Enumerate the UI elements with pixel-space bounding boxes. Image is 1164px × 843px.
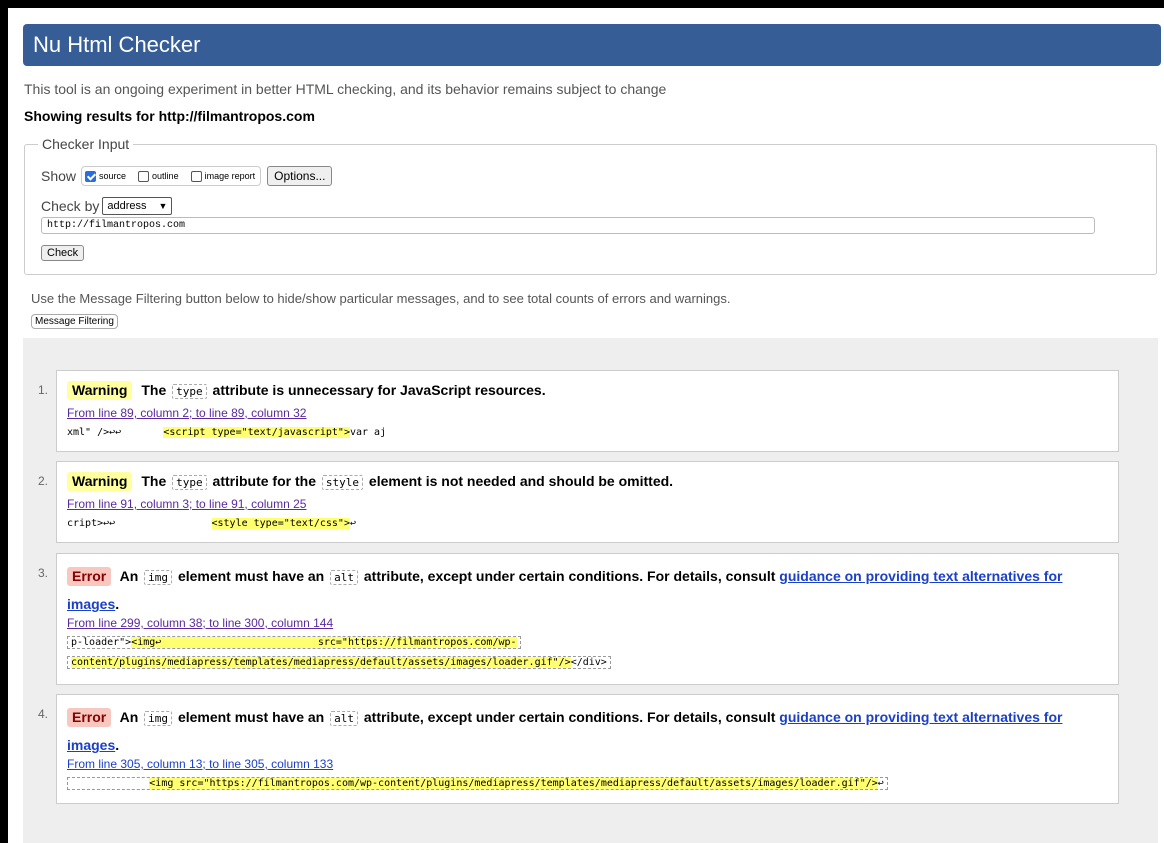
code-snippet: type [172, 475, 207, 490]
message-filtering-button[interactable]: Message Filtering [31, 314, 118, 329]
code-extract: p-loader"><img↩ src="https://filmantropo… [67, 633, 611, 673]
checker-input-legend: Checker Input [38, 136, 134, 152]
message-number: 2. [37, 474, 48, 488]
options-button[interactable]: Options... [267, 166, 333, 186]
message-item: 3. Error An img element must have an alt… [38, 553, 1119, 685]
error-badge: Error [67, 708, 112, 727]
show-row: Show source outline image report Options… [41, 166, 333, 186]
guidance-link[interactable]: images [67, 737, 115, 753]
show-options: source outline image report [81, 166, 262, 186]
code-extract: xml" />↩↩ <script type="text/javascript"… [67, 427, 387, 438]
source-label: source [99, 171, 127, 181]
code-snippet: alt [330, 711, 358, 726]
check-by-label: Check by [41, 198, 100, 214]
show-outline-option[interactable]: outline [138, 170, 179, 182]
address-input[interactable]: http://filmantropos.com [41, 217, 1095, 234]
message-text: Error An img element must have an alt at… [67, 708, 1063, 753]
check-by-row: Check by address ▼ [41, 197, 173, 215]
image-report-checkbox[interactable] [190, 170, 202, 182]
page: Nu Html Checker This tool is an ongoing … [8, 8, 1164, 843]
code-extract: cript>↩↩ <style type="text/css">↩ [67, 518, 357, 529]
check-button[interactable]: Check [41, 245, 85, 261]
code-snippet: alt [330, 570, 358, 585]
intro-text: This tool is an ongoing experiment in be… [24, 81, 667, 97]
message-text: Error An img element must have an alt at… [67, 567, 1063, 612]
location-link[interactable]: From line 305, column 13; to line 305, c… [67, 757, 333, 771]
chevron-down-icon: ▼ [158, 200, 168, 211]
location-link[interactable]: From line 91, column 3; to line 91, colu… [67, 497, 306, 511]
message-text: Warning The type attribute for the style… [67, 471, 673, 493]
guidance-link[interactable]: images [67, 596, 115, 612]
warning-badge: Warning [67, 472, 133, 491]
message-number: 1. [37, 383, 48, 397]
source-checkbox[interactable] [85, 170, 97, 182]
message-number: 3. [37, 566, 48, 580]
code-snippet: img [144, 711, 173, 726]
location-link[interactable]: From line 299, column 38; to line 300, c… [67, 616, 333, 630]
location-link[interactable]: From line 89, column 2; to line 89, colu… [67, 406, 306, 420]
show-source-option[interactable]: source [85, 170, 127, 182]
show-label: Show [41, 168, 77, 184]
filter-hint-text: Use the Message Filtering button below t… [31, 291, 731, 306]
check-by-select[interactable]: address ▼ [102, 197, 173, 215]
code-snippet: img [144, 570, 173, 585]
checker-input-fieldset: Checker Input Show source outline image … [24, 136, 1157, 275]
guidance-link[interactable]: guidance on providing text alternatives … [779, 709, 1062, 725]
show-image-report-option[interactable]: image report [190, 170, 256, 182]
showing-results-text: Showing results for http://filmantropos.… [24, 108, 315, 124]
page-title: Nu Html Checker [23, 24, 1161, 66]
message-item: 2. Warning The type attribute for the st… [38, 461, 1119, 543]
message-item: 4. Error An img element must have an alt… [38, 694, 1119, 804]
guidance-link[interactable]: guidance on providing text alternatives … [779, 568, 1062, 584]
outline-checkbox[interactable] [138, 170, 150, 182]
results-list: 1. Warning The type attribute is unneces… [23, 338, 1158, 843]
outline-label: outline [152, 171, 179, 181]
code-snippet: style [321, 475, 364, 490]
message-number: 4. [37, 707, 48, 721]
error-badge: Error [67, 567, 112, 586]
warning-badge: Warning [67, 381, 133, 400]
code-extract: <img src="https://filmantropos.com/wp-co… [67, 774, 888, 794]
check-by-value: address [107, 199, 147, 212]
code-snippet: type [172, 384, 207, 399]
message-item: 1. Warning The type attribute is unneces… [38, 370, 1119, 452]
image-report-label: image report [204, 171, 256, 181]
message-text: Warning The type attribute is unnecessar… [67, 380, 546, 402]
